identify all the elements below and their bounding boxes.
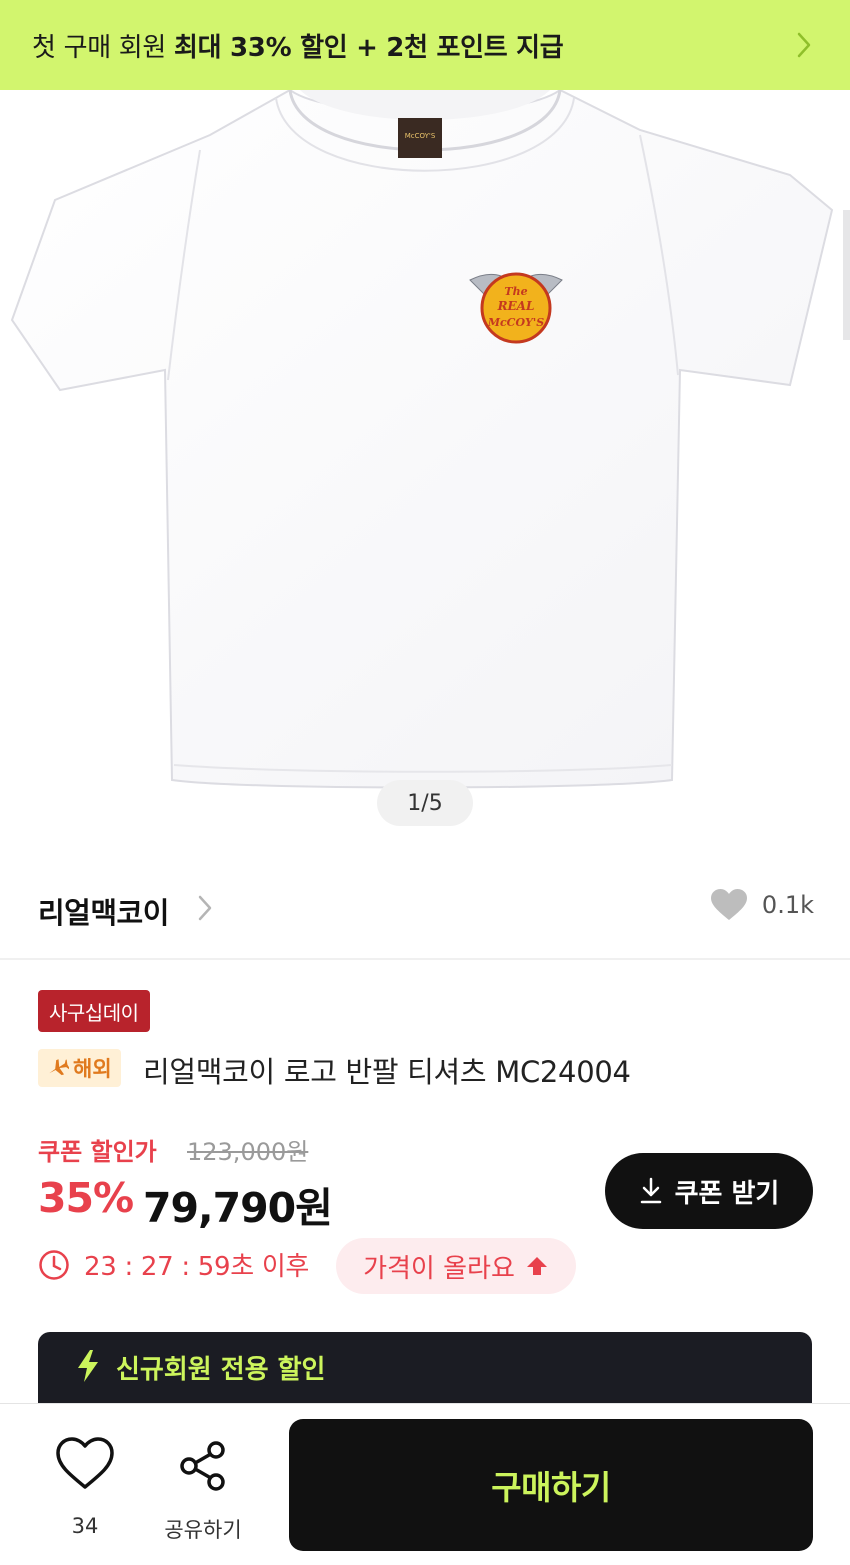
svg-text:McCOY'S: McCOY'S (487, 316, 544, 329)
original-price: 123,000원 (187, 1138, 309, 1166)
share-label: 공유하기 (164, 1518, 242, 1542)
brand-row: 리얼맥코이 0.1k (0, 870, 850, 960)
promo-text-regular: 첫 구매 회원 (32, 32, 174, 63)
promo-text: 첫 구매 회원 최대 33% 할인 + 2천 포인트 지급 (32, 27, 564, 64)
product-image-gallery[interactable]: McCOY'S The REAL McCOY'S (0, 90, 850, 850)
product-photo: McCOY'S The REAL McCOY'S (10, 90, 850, 789)
airplane-icon (49, 1059, 69, 1076)
coupon-download-button[interactable]: 쿠폰 받기 (605, 1153, 813, 1229)
price-up-badge: 가격이 올라요 (336, 1238, 576, 1294)
price-up-label: 가격이 올라요 (363, 1253, 515, 1284)
image-pager: 1/5 (377, 780, 473, 826)
heart-outline-icon (56, 1437, 114, 1489)
svg-text:REAL: REAL (497, 299, 535, 313)
wishlist-count: 34 (71, 1514, 99, 1538)
promo-text-bold: 최대 33% 할인 + 2천 포인트 지급 (174, 32, 564, 63)
chevron-right-icon[interactable] (197, 894, 213, 922)
sale-price: 79,790원 (143, 1184, 333, 1232)
event-badge: 사구십데이 (38, 990, 150, 1032)
brand-like[interactable]: 0.1k (710, 888, 814, 922)
svg-text:McCOY'S: McCOY'S (405, 132, 436, 140)
coupon-button-label: 쿠폰 받기 (674, 1178, 780, 1209)
overseas-badge-label: 해외 (73, 1057, 112, 1081)
timer-text: 23 : 27 : 59초 이후 (84, 1252, 310, 1282)
share-button[interactable]: 공유하기 (158, 1436, 248, 1546)
new-member-title: 신규회원 전용 할인 (116, 1355, 326, 1385)
svg-text:The: The (504, 285, 527, 298)
wishlist-button[interactable]: 34 (50, 1436, 120, 1546)
share-icon (180, 1441, 225, 1491)
price-timer: 23 : 27 : 59초 이후 (38, 1246, 309, 1283)
arrow-up-icon (526, 1257, 547, 1275)
heart-icon (710, 889, 747, 920)
promo-banner[interactable]: 첫 구매 회원 최대 33% 할인 + 2천 포인트 지급 (0, 0, 850, 90)
product-title: 리얼맥코이 로고 반팔 티셔츠 MC24004 (143, 1055, 631, 1089)
clock-icon (39, 1249, 69, 1280)
brand-like-count: 0.1k (761, 891, 814, 919)
coupon-price-label: 쿠폰 할인가 (38, 1138, 157, 1166)
discount-rate: 35% (38, 1174, 134, 1222)
chevron-right-icon (797, 32, 811, 58)
overseas-badge: 해외 (38, 1049, 121, 1087)
download-icon (640, 1177, 661, 1204)
buy-button[interactable]: 구매하기 (289, 1419, 813, 1551)
lightning-icon (78, 1350, 98, 1382)
brand-name[interactable]: 리얼맥코이 (38, 890, 169, 932)
